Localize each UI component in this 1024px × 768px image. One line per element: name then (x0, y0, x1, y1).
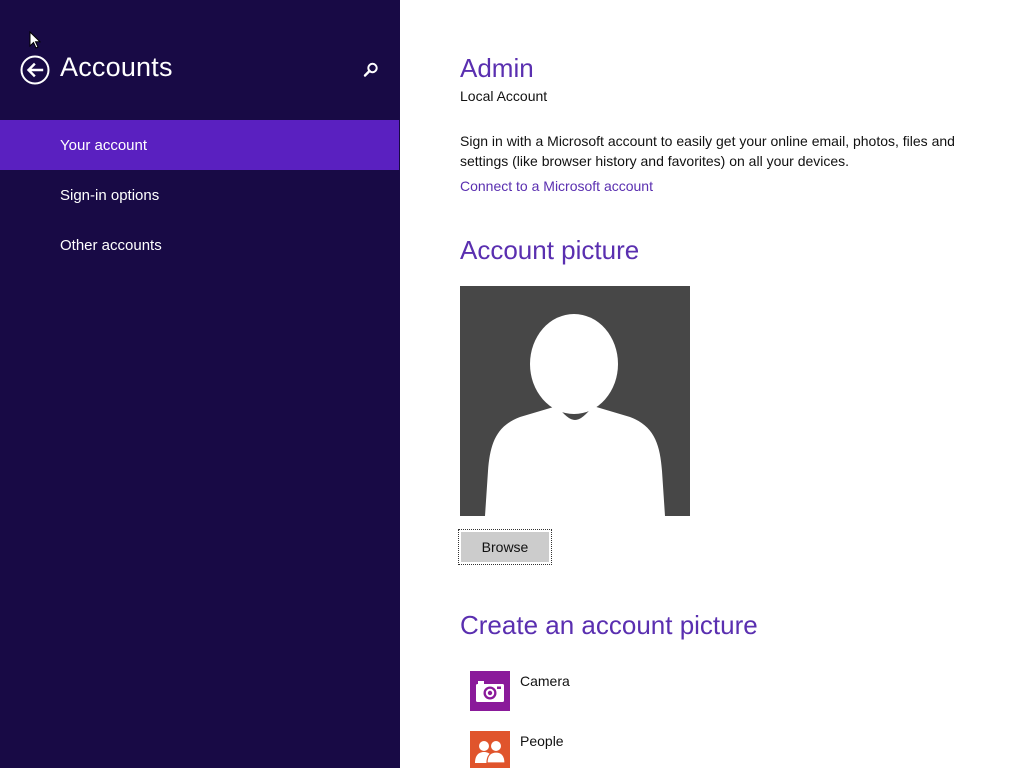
browse-button-face: Browse (461, 532, 549, 562)
camera-tile (470, 671, 510, 711)
pc-settings-window: Accounts Your account Sign-in options Ot… (0, 0, 1024, 768)
app-label: People (520, 733, 564, 749)
account-picture (460, 286, 690, 516)
sidebar-item-label: Sign-in options (60, 186, 160, 204)
sidebar-item-sign-in-options[interactable]: Sign-in options (0, 170, 400, 220)
back-arrow-icon (20, 55, 50, 85)
connect-microsoft-account-link[interactable]: Connect to a Microsoft account (460, 178, 653, 194)
browse-button[interactable]: Browse (458, 529, 552, 565)
account-picture-heading: Account picture (460, 235, 640, 265)
sidebar-item-other-accounts[interactable]: Other accounts (0, 220, 400, 270)
sidebar: Accounts Your account Sign-in options Ot… (0, 0, 400, 768)
browse-button-label: Browse (481, 539, 529, 555)
people-app-item[interactable]: People (470, 731, 770, 768)
sidebar-item-label: Other accounts (60, 236, 162, 254)
search-icon (363, 62, 378, 77)
camera-icon (476, 681, 504, 702)
mouse-cursor-icon (29, 31, 41, 49)
account-description: Sign in with a Microsoft account to easi… (460, 133, 955, 169)
back-button[interactable] (20, 55, 50, 85)
people-icon (475, 741, 506, 764)
create-account-picture-heading: Create an account picture (460, 610, 758, 640)
account-type: Local Account (460, 88, 548, 104)
people-tile (470, 731, 510, 768)
page-title: Accounts (60, 52, 173, 82)
camera-app-item[interactable]: Camera (470, 671, 770, 711)
user-name: Admin (460, 53, 534, 83)
app-label: Camera (520, 673, 570, 689)
sidebar-item-label: Your account (60, 136, 148, 154)
main-content: Admin Local Account Sign in with a Micro… (400, 0, 1024, 768)
default-user-silhouette-icon (485, 314, 665, 516)
sidebar-item-your-account[interactable]: Your account (0, 120, 399, 170)
search-button[interactable] (362, 61, 380, 79)
